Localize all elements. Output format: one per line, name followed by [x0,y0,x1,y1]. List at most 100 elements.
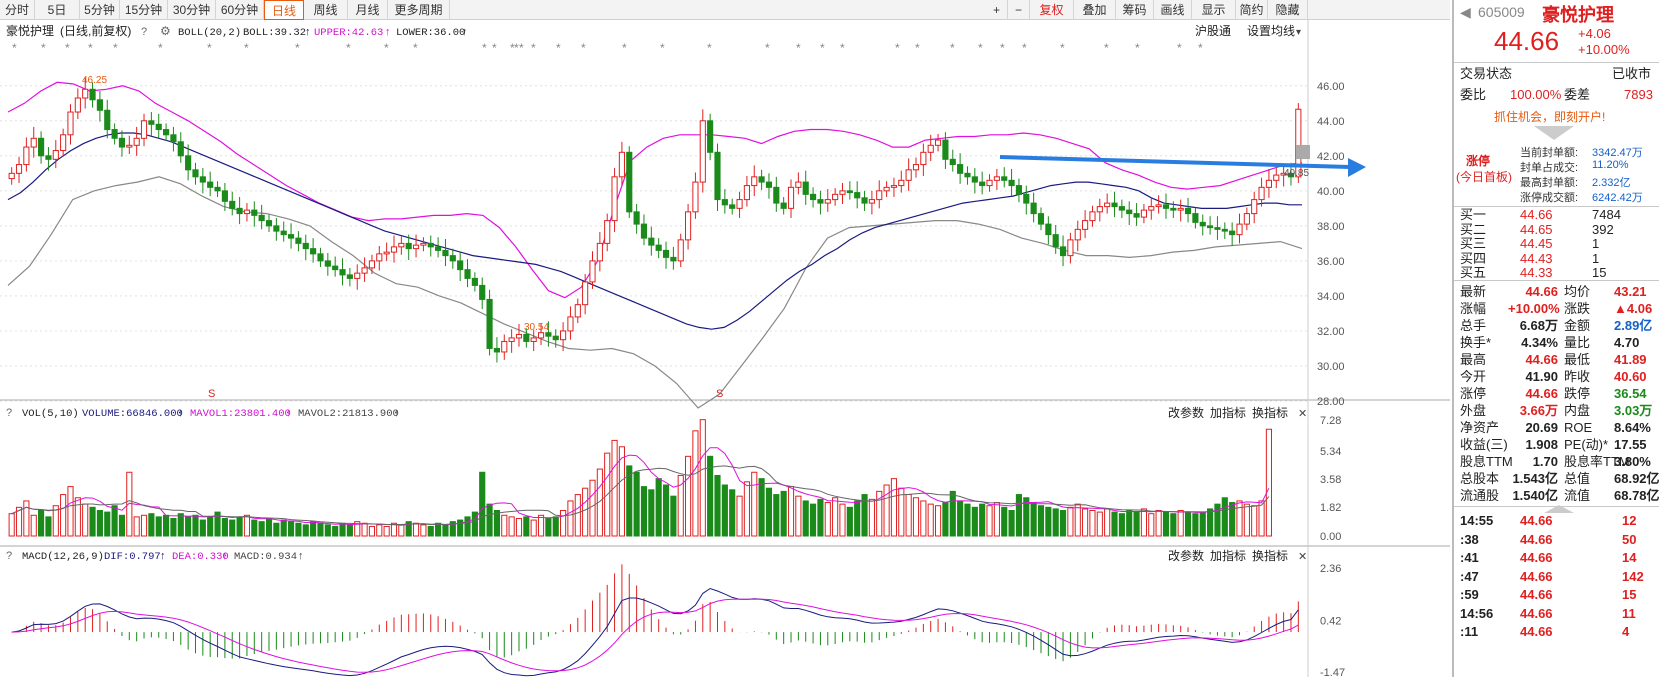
stat-cell: 今开 [1460,369,1487,384]
stat-cell: 68.78亿 [1614,488,1659,503]
volume-bar [699,419,706,537]
tick-cell: :59 [1460,587,1479,602]
volume-bar [332,525,339,537]
candle-body [743,185,750,201]
bid-row: 买二 44.65 392 [1454,222,1659,237]
high-price-label: 46.25 [82,75,107,86]
volume-bar [1015,494,1023,537]
stat-row: 总股本 1.543亿 总值 68.92亿 [1454,470,1659,488]
candle-body [324,260,331,267]
candle-body [1074,228,1081,241]
toolbar-right-7[interactable]: 简约 [1236,0,1268,20]
candle-body [1243,213,1250,225]
volume-bar [199,519,206,537]
star-marker-icon: * [384,41,389,55]
volume-bar [714,474,721,537]
candle-body [839,190,846,195]
stat-cell: 44.66 [1525,386,1558,401]
tick-cell: 11 [1622,605,1636,621]
low-price-label: 30.54 [524,322,549,333]
candle-body [1177,207,1184,211]
volume-bar [890,478,898,537]
period-tab-8[interactable]: 月线 [348,0,388,20]
volume-bar [589,479,596,537]
period-tab-2[interactable]: 5分钟 [80,0,120,20]
period-tab-5[interactable]: 60分钟 [216,0,264,20]
star-marker-icon: * [244,41,249,55]
vol-mavol2: MAVOL2:21813.900 [298,408,399,420]
toolbar-right-8[interactable]: 隐藏 [1268,0,1308,20]
stat-cell: PE(动)* [1564,437,1609,452]
stat-cell: 跌停 [1564,386,1591,401]
toolbar-right-3[interactable]: 叠加 [1074,0,1116,20]
candle-body [295,237,302,244]
star-marker-icon: * [820,41,825,55]
price-tick: 36.00 [1317,256,1345,268]
candle-body [457,260,464,271]
limit-row-value: 2.332亿 [1592,177,1631,189]
tick-cell: 12 [1622,513,1637,528]
boll-mid-line [7,132,1302,330]
star-marker-icon: * [915,41,920,55]
candle-body [1265,179,1272,188]
volume-bar [662,484,670,537]
toolbar-right-0[interactable]: + [986,0,1008,20]
volume-bar [846,506,853,537]
toolbar-right-1[interactable]: − [1008,0,1030,20]
star-marker-icon: * [1198,41,1203,55]
star-marker-icon: * [207,41,212,55]
macd-link-1: 加指标 [1210,548,1246,563]
fold-arrow-icon[interactable] [1534,126,1574,140]
tick-cell: 14 [1622,550,1637,565]
volume-bar [236,516,243,537]
period-tab-0[interactable]: 分时 [0,0,35,20]
volume-bar [633,471,640,537]
collapse-icon[interactable]: ◀ [1460,4,1471,21]
candle-body [964,172,971,178]
volume-bar [670,495,677,537]
kline-chart-area[interactable]: 豪悦护理 (日线,前复权)? ⚙ BOLL(20,2) BOLL:39.32 ↑ UPPER… [0,20,1450,679]
toolbar-right-5[interactable]: 画线 [1154,0,1192,20]
candle-body [729,204,736,209]
volume-bar [155,516,162,537]
toolbar-right-2[interactable]: 复权 [1030,0,1074,20]
candle-body [721,199,728,206]
tick-row: :59 44.66 15 [1454,586,1659,604]
volume-bar [648,489,655,537]
period-tab-7[interactable]: 周线 [304,0,348,20]
volume-bar [30,514,37,537]
period-tab-9[interactable]: 更多周期 [388,0,450,20]
candle-body [1118,206,1125,211]
period-tab-6[interactable]: 日线 [264,0,304,20]
candle-body [479,284,486,300]
price-tick: 30.00 [1317,361,1345,373]
period-tab-3[interactable]: 15分钟 [120,0,168,20]
up-arrow-icon: ↑ [385,26,391,38]
stock-name: 豪悦护理 [1542,5,1614,25]
bid-cell: 44.45 [1520,236,1553,251]
toolbar-right-6[interactable]: 显示 [1192,0,1236,20]
stat-cell: 44.66 [1525,284,1558,299]
kline-svg[interactable]: 豪悦护理 (日线,前复权)? ⚙ BOLL(20,2) BOLL:39.32↑ UPPER… [0,20,1450,679]
volume-bar [1258,500,1265,537]
candle-body [493,347,500,353]
tick-cell: 50 [1622,531,1637,547]
candle-body [1207,225,1214,229]
stat-cell: 1.70 [1532,454,1558,469]
period-tab-1[interactable]: 5日 [35,0,80,20]
open-account-link[interactable]: 抓住机会，即刻开户! [1494,108,1605,125]
stat-cell: 44.66 [1525,352,1558,367]
toolbar-right-4[interactable]: 筹码 [1116,0,1154,20]
period-tab-4[interactable]: 30分钟 [168,0,216,20]
drawn-arrow-head-icon[interactable] [1348,158,1366,177]
candle-body [177,141,184,157]
candle-body [96,99,103,111]
volume-bar [824,502,831,537]
candle-body [626,151,633,213]
candle-body [692,181,699,213]
volume-bar [376,524,383,537]
stat-cell: 36.54 [1614,386,1647,401]
candle-body [1082,220,1089,230]
tick-row: :41 44.66 14 [1454,549,1659,567]
tick-cell: 15 [1622,587,1637,602]
